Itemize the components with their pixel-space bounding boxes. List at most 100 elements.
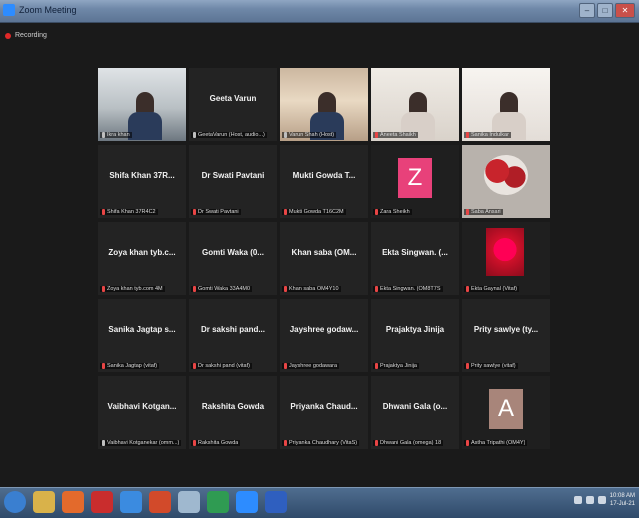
participant-label-text: Ikra khan (107, 132, 130, 138)
participant-name-label: Dr sakshi pand (vitaf) (191, 363, 252, 369)
participant-tile[interactable]: Jayshree godaw... Jayshree godawara (280, 299, 368, 372)
participant-video (371, 68, 459, 141)
participant-video (462, 145, 550, 218)
participant-label-text: Zara Sheikh (380, 209, 410, 215)
participant-tile[interactable]: Sanika Jagtap s... Sanika Jagtap (vitaf) (98, 299, 186, 372)
mic-muted-icon (466, 132, 469, 138)
mic-icon (284, 132, 287, 138)
participant-label-text: Dhwani Gala (omega) 18 (380, 440, 442, 446)
participant-video (280, 68, 368, 141)
participant-name-label: Ekta Gaynal (Vitaf) (464, 286, 520, 292)
participant-tile[interactable]: Khan saba (OM... Khan saba OM4Y10 (280, 222, 368, 295)
participant-tile[interactable]: Saba Ansari (462, 145, 550, 218)
participant-label-text: Saba Ansari (471, 209, 501, 215)
participant-tile[interactable]: Prity sawlye (ty... Prity sawlye (vitaf) (462, 299, 550, 372)
participant-label-text: Gomti Waka 33A4M0 (198, 286, 251, 292)
participant-name-label: Zara Sheikh (373, 209, 412, 215)
window-controls: – □ ✕ (579, 3, 635, 18)
explorer-icon[interactable] (33, 491, 55, 513)
participant-tile[interactable]: Sanika Indulkar (462, 68, 550, 141)
participant-label-text: Jayshree godawara (289, 363, 338, 369)
start-orb-icon[interactable] (4, 491, 26, 513)
participant-label-text: Priyanka Chaudhary (VitaS) (289, 440, 358, 446)
participant-tile[interactable]: Varun Shah (Host) (280, 68, 368, 141)
mic-muted-icon (284, 209, 287, 215)
person-head (409, 92, 427, 114)
mic-muted-icon (466, 440, 469, 446)
participant-tile[interactable]: Ikra khan (98, 68, 186, 141)
volume-icon[interactable] (585, 496, 594, 504)
mic-icon (102, 132, 105, 138)
participant-name-label: Astha Tripathi (OM4Y) (464, 440, 528, 446)
participant-name-label: Dhwani Gala (omega) 18 (373, 440, 444, 446)
person-head (500, 92, 518, 114)
participant-tile[interactable]: Ekta Singwan. (... Ekta Singwan. (OM8T7S (371, 222, 459, 295)
participant-label-text: Vaibhavi Kotganekar (omm...) (107, 440, 180, 446)
excel-icon[interactable] (207, 491, 229, 513)
participant-tile[interactable]: Zoya khan tyb.c... Zoya khan tyb.com 4M (98, 222, 186, 295)
participant-video (98, 68, 186, 141)
participant-tile[interactable]: Ekta Gaynal (Vitaf) (462, 222, 550, 295)
participant-display-name: Jayshree godaw... (289, 325, 359, 334)
participant-tile[interactable]: Aneeta Shaikh (371, 68, 459, 141)
participant-tile[interactable]: Dr Swati Pavtani Dr Swati Pavtani (189, 145, 277, 218)
participant-display-name: Ekta Singwan. (... (382, 248, 448, 257)
mic-muted-icon (466, 209, 469, 215)
participant-name-label: Dr Swati Pavtani (191, 209, 241, 215)
notepad-icon[interactable] (178, 491, 200, 513)
participant-label-text: Zoya khan tyb.com 4M (107, 286, 163, 292)
mic-muted-icon (102, 363, 105, 369)
participant-label-text: GeetaVarun (Host, audio...) (198, 132, 265, 138)
zoom-icon[interactable] (236, 491, 258, 513)
participant-avatar: Z (371, 145, 459, 218)
participant-label-text: Sanika Indulkar (471, 132, 509, 138)
window-title: Zoom Meeting (19, 5, 77, 15)
close-button[interactable]: ✕ (615, 3, 635, 18)
participant-tile[interactable]: Dhwani Gala (o... Dhwani Gala (omega) 18 (371, 376, 459, 449)
participant-label-text: Varun Shah (Host) (289, 132, 335, 138)
participant-label-text: Mukti Gowda T16C2M (289, 209, 344, 215)
participant-avatar: A (462, 376, 550, 449)
powerpoint-icon[interactable] (149, 491, 171, 513)
word-icon[interactable] (265, 491, 287, 513)
participant-tile[interactable]: Z Zara Sheikh (371, 145, 459, 218)
mic-muted-icon (375, 286, 378, 292)
minimize-button[interactable]: – (579, 3, 595, 18)
participant-label-text: Rakshita Gowda (198, 440, 239, 446)
pdf-reader-icon[interactable] (91, 491, 113, 513)
mic-muted-icon (466, 363, 469, 369)
flowers-image (484, 155, 528, 195)
participant-name-label: Mukti Gowda T16C2M (282, 209, 346, 215)
participant-tile[interactable]: Priyanka Chaud... Priyanka Chaudhary (Vit… (280, 376, 368, 449)
participant-tile[interactable]: Dr sakshi pand... Dr sakshi pand (vitaf) (189, 299, 277, 372)
participant-video (462, 68, 550, 141)
participant-label-text: Ekta Singwan. (OM8T7S (380, 286, 441, 292)
mic-muted-icon (102, 286, 105, 292)
firefox-icon[interactable] (62, 491, 84, 513)
participant-name-label: Aneeta Shaikh (373, 132, 418, 138)
profile-card-image (486, 228, 524, 276)
battery-icon[interactable] (597, 496, 606, 504)
mic-muted-icon (375, 440, 378, 446)
maximize-button[interactable]: □ (597, 3, 613, 18)
participant-tile[interactable]: Prajaktya Jinija Prajaktya Jinija (371, 299, 459, 372)
person-head (136, 92, 154, 114)
participant-tile[interactable]: A Astha Tripathi (OM4Y) (462, 376, 550, 449)
mic-muted-icon (193, 209, 196, 215)
participant-label-text: Shifa Khan 37R4C2 (107, 209, 156, 215)
participant-tile[interactable]: Mukti Gowda T... Mukti Gowda T16C2M (280, 145, 368, 218)
participant-tile[interactable]: Geeta Varun GeetaVarun (Host, audio...) (189, 68, 277, 141)
edge-icon[interactable] (120, 491, 142, 513)
network-icon[interactable] (573, 496, 582, 504)
participant-tile[interactable]: Vaibhavi Kotgan... Vaibhavi Kotganekar (o… (98, 376, 186, 449)
recording-indicator[interactable]: Recording (5, 32, 47, 39)
system-tray: 10:08 AM 17-Jul-21 (573, 492, 635, 508)
participant-name-label: Prajaktya Jinija (373, 363, 419, 369)
participant-name-label: Priyanka Chaudhary (VitaS) (282, 440, 360, 446)
clock[interactable]: 10:08 AM 17-Jul-21 (610, 492, 635, 508)
participant-tile[interactable]: Rakshita Gowda Rakshita Gowda (189, 376, 277, 449)
participant-tile[interactable]: Gomti Waka (0... Gomti Waka 33A4M0 (189, 222, 277, 295)
participant-display-name: Geeta Varun (209, 94, 257, 103)
participant-tile[interactable]: Shifa Khan 37R... Shifa Khan 37R4C2 (98, 145, 186, 218)
windows-taskbar: 10:08 AM 17-Jul-21 (0, 487, 639, 518)
